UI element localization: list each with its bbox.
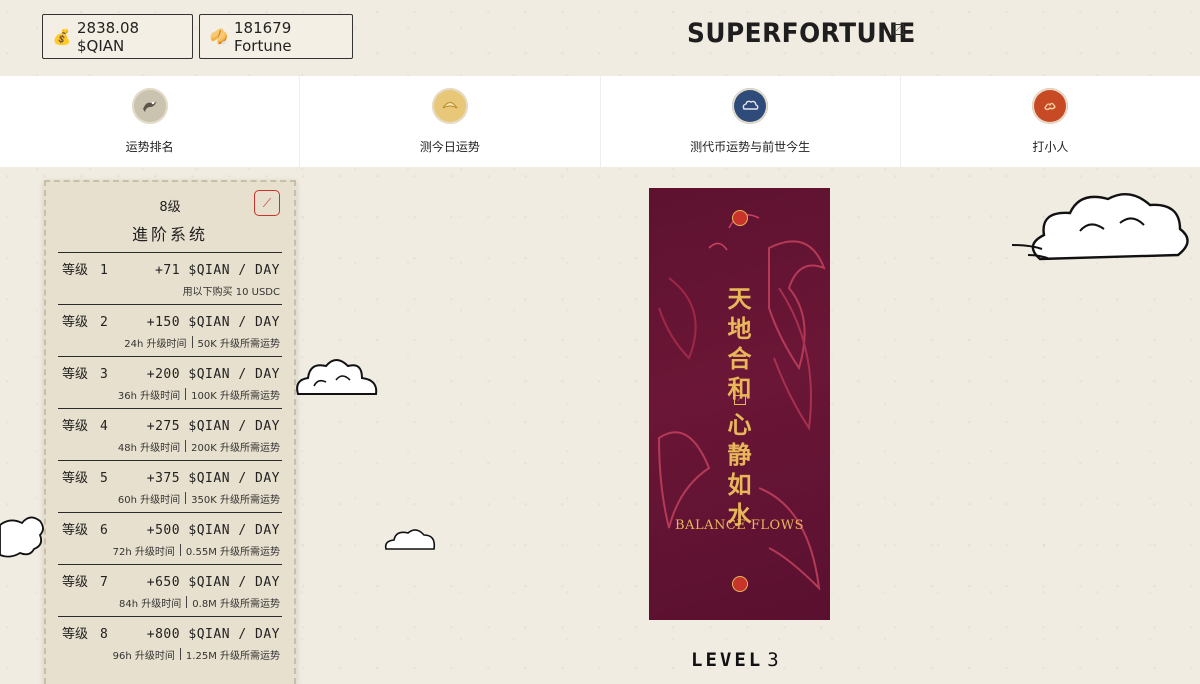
card-balance-flows: BALANCE FLOWS xyxy=(675,518,804,533)
cloud-badge-icon xyxy=(732,88,769,124)
card-inscription-2: 心静如水 xyxy=(727,410,752,529)
nav-label-ranking: 运势排名 xyxy=(125,140,174,154)
card-inscription-1: 天地合和 xyxy=(727,284,752,403)
tier-label: 等级 xyxy=(62,575,89,590)
tier-upgrade-time: 72h 升级时间 xyxy=(112,547,175,558)
panel-title: 進阶系统 xyxy=(131,225,208,244)
tier-upgrade-time: 60h 升级时间 xyxy=(117,495,181,506)
fortune-balance-pill[interactable]: 🥠 181679 Fortune xyxy=(199,14,353,59)
panel-header: 8级 進阶系统 ⟋ xyxy=(58,182,282,252)
top-header: 💰 2838.08 $QIAN 🥠 181679 Fortune SUPERFO… xyxy=(0,0,1200,76)
cloud-icon xyxy=(296,359,378,395)
panel-level-count: 8级 xyxy=(159,200,181,215)
tier-number: 4 xyxy=(100,419,108,434)
tier-row: 等级 1 +71 $QIAN / DAY 用以下购买 10 USDC xyxy=(58,252,282,304)
money-bag-icon: 💰 xyxy=(52,27,72,46)
tier-label: 等级 xyxy=(62,367,89,382)
nav-label-today-fortune: 测今日运势 xyxy=(419,140,480,154)
card-mark-icon: ⟋ xyxy=(733,395,746,405)
qian-balance-pill[interactable]: 💰 2838.08 $QIAN xyxy=(42,14,193,59)
nav-label-token-fortune: 测代币运势与前世今生 xyxy=(690,140,811,154)
cloud-icon xyxy=(1011,193,1189,261)
logo-mark-icon: ⟋ xyxy=(893,24,904,35)
red-seal-icon: ⟋ xyxy=(254,190,280,216)
tier-number: 8 xyxy=(100,627,108,642)
tier-row: 等级 4 +275 $QIAN / DAY 48h 升级时间 200K 升级所需运势 xyxy=(58,408,282,460)
tier-row: 等级 8 +800 $QIAN / DAY 96h 升级时间 1.25M 升级所需运势 xyxy=(58,616,282,668)
tier-upgrade-time: 48h 升级时间 xyxy=(117,443,181,454)
tier-number: 1 xyxy=(100,263,108,278)
fortune-card[interactable]: 天地合和 ⟋ 心静如水 BALANCE FLOWS xyxy=(649,188,830,620)
tier-label: 等级 xyxy=(62,315,89,330)
tier-required-fortune: 100K 升级所需运势 xyxy=(191,391,280,402)
nav-item-token-fortune[interactable]: 测代币运势与前世今生 xyxy=(601,76,901,167)
tier-row: 等级 3 +200 $QIAN / DAY 36h 升级时间 100K 升级所需运势 xyxy=(58,356,282,408)
tier-row: 等级 7 +650 $QIAN / DAY 84h 升级时间 0.8M 升级所需运势 xyxy=(58,564,282,616)
tier-rate: +275 $QIAN / DAY xyxy=(146,419,280,434)
tier-upgrade-time: 36h 升级时间 xyxy=(117,391,181,402)
level-value: 3 xyxy=(767,649,782,671)
tier-required-fortune: 200K 升级所需运势 xyxy=(191,443,280,454)
nav-item-hit-villain[interactable]: 打小人 xyxy=(901,76,1200,167)
tier-label: 等级 xyxy=(62,471,89,486)
tier-rate: +375 $QIAN / DAY xyxy=(146,471,280,486)
tier-rate: +500 $QIAN / DAY xyxy=(146,523,280,538)
tier-row: 等级 2 +150 $QIAN / DAY 24h 升级时间 50K 升级所需运势 xyxy=(58,304,282,356)
tier-label: 等级 xyxy=(62,263,89,278)
tier-upgrade-time: 96h 升级时间 xyxy=(112,651,175,662)
fire-badge-icon xyxy=(1032,88,1069,124)
tier-number: 2 xyxy=(100,315,108,330)
cloud-icon xyxy=(384,529,436,550)
tier-required-fortune: 50K 升级所需运势 xyxy=(197,339,280,350)
qian-balance: 2838.08 $QIAN xyxy=(77,18,140,55)
tier-purchase-note: 用以下购买 10 USDC xyxy=(182,287,280,298)
tier-label: 等级 xyxy=(62,419,89,434)
tier-required-fortune: 0.55M 升级所需运势 xyxy=(185,547,280,558)
tier-rate: +150 $QIAN / DAY xyxy=(146,315,280,330)
cloud-icon xyxy=(0,516,44,558)
fortune-cookie-badge-icon xyxy=(431,88,468,124)
tier-upgrade-time: 24h 升级时间 xyxy=(124,339,187,350)
tier-label: 等级 xyxy=(62,627,89,642)
tier-rate: +800 $QIAN / DAY xyxy=(146,627,280,642)
fortune-balance: 181679 Fortune xyxy=(234,18,292,55)
tier-rate: +71 $QIAN / DAY xyxy=(155,263,280,278)
dragon-badge-icon xyxy=(131,88,168,124)
tier-rate: +200 $QIAN / DAY xyxy=(146,367,280,382)
tier-upgrade-time: 84h 升级时间 xyxy=(119,599,182,610)
tier-required-fortune: 350K 升级所需运势 xyxy=(191,495,280,506)
tier-row: 等级 5 +375 $QIAN / DAY 60h 升级时间 350K 升级所需运势 xyxy=(58,460,282,512)
top-seal-icon xyxy=(731,210,748,226)
tier-required-fortune: 1.25M 升级所需运势 xyxy=(185,651,280,662)
tier-required-fortune: 0.8M 升级所需运势 xyxy=(192,599,280,610)
main-nav: 运势排名 测今日运势 测代币运势与前世今生 打小人 xyxy=(0,76,1200,167)
level-indicator: LEVEL 3 xyxy=(691,649,782,671)
tier-row: 等级 6 +500 $QIAN / DAY 72h 升级时间 0.55M 升级所需运势 xyxy=(58,512,282,564)
tier-number: 7 xyxy=(100,575,108,590)
fortune-cookie-icon: 🥠 xyxy=(209,27,229,46)
nav-item-today-fortune[interactable]: 测今日运势 xyxy=(300,76,601,167)
level-system-panel: 8级 進阶系统 ⟋ 等级 1 +71 $QIAN / DAY 用以下购买 10 US… xyxy=(44,180,296,684)
bottom-seal-icon xyxy=(731,576,748,592)
nav-label-hit-villain: 打小人 xyxy=(1032,140,1069,154)
level-label: LEVEL xyxy=(691,649,764,671)
nav-item-ranking[interactable]: 运势排名 xyxy=(0,76,301,167)
tier-rate: +650 $QIAN / DAY xyxy=(146,575,280,590)
tier-number: 5 xyxy=(100,471,108,486)
tier-label: 等级 xyxy=(62,523,89,538)
tier-number: 6 xyxy=(100,523,108,538)
tier-number: 3 xyxy=(100,367,108,382)
superfortune-logo[interactable]: SUPERFORTUNE xyxy=(687,18,916,49)
